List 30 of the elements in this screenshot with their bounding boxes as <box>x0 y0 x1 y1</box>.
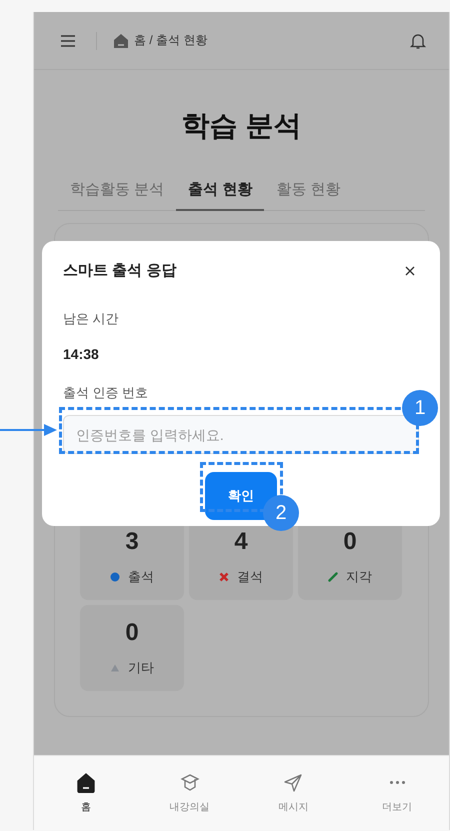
stat-label: 출석 <box>128 568 154 586</box>
nav-item[interactable]: 내강의실 <box>150 772 230 814</box>
remaining-time: 14:38 <box>63 346 100 362</box>
home-icon[interactable] <box>113 32 129 48</box>
remaining-time-label: 남은 시간 <box>63 310 120 328</box>
menu-icon[interactable] <box>60 32 76 48</box>
tab[interactable]: 학습활동 분석 <box>58 180 176 211</box>
nav-item[interactable]: 홈 <box>46 772 126 814</box>
stat-value: 3 <box>125 528 139 556</box>
stat-label: 기타 <box>128 659 154 677</box>
close-icon[interactable] <box>405 266 415 276</box>
stat-value: 4 <box>234 528 248 556</box>
notification-bell-icon[interactable] <box>409 32 427 50</box>
stat-label: 지각 <box>346 568 372 586</box>
stat-value: 0 <box>125 619 139 647</box>
nav-item[interactable]: 메시지 <box>253 772 334 814</box>
tab[interactable]: 활동 현황 <box>264 180 353 211</box>
pointer-arrow <box>0 423 58 437</box>
home-icon <box>76 772 96 792</box>
breadcrumb: 홈 / 출석 현황 <box>134 32 208 49</box>
stat-value: 0 <box>343 528 357 556</box>
tab[interactable]: 출석 현황 <box>176 180 264 211</box>
page-title: 학습 분석 <box>180 109 302 143</box>
graduation-cap-icon <box>180 772 200 792</box>
dialog-title: 스마트 출석 응답 <box>63 261 176 280</box>
code-label: 출석 인증 번호 <box>63 384 150 402</box>
send-icon <box>283 772 304 792</box>
stat-label: 결석 <box>237 568 263 586</box>
nav-item[interactable]: 더보기 <box>357 772 438 814</box>
more-icon <box>390 780 405 784</box>
